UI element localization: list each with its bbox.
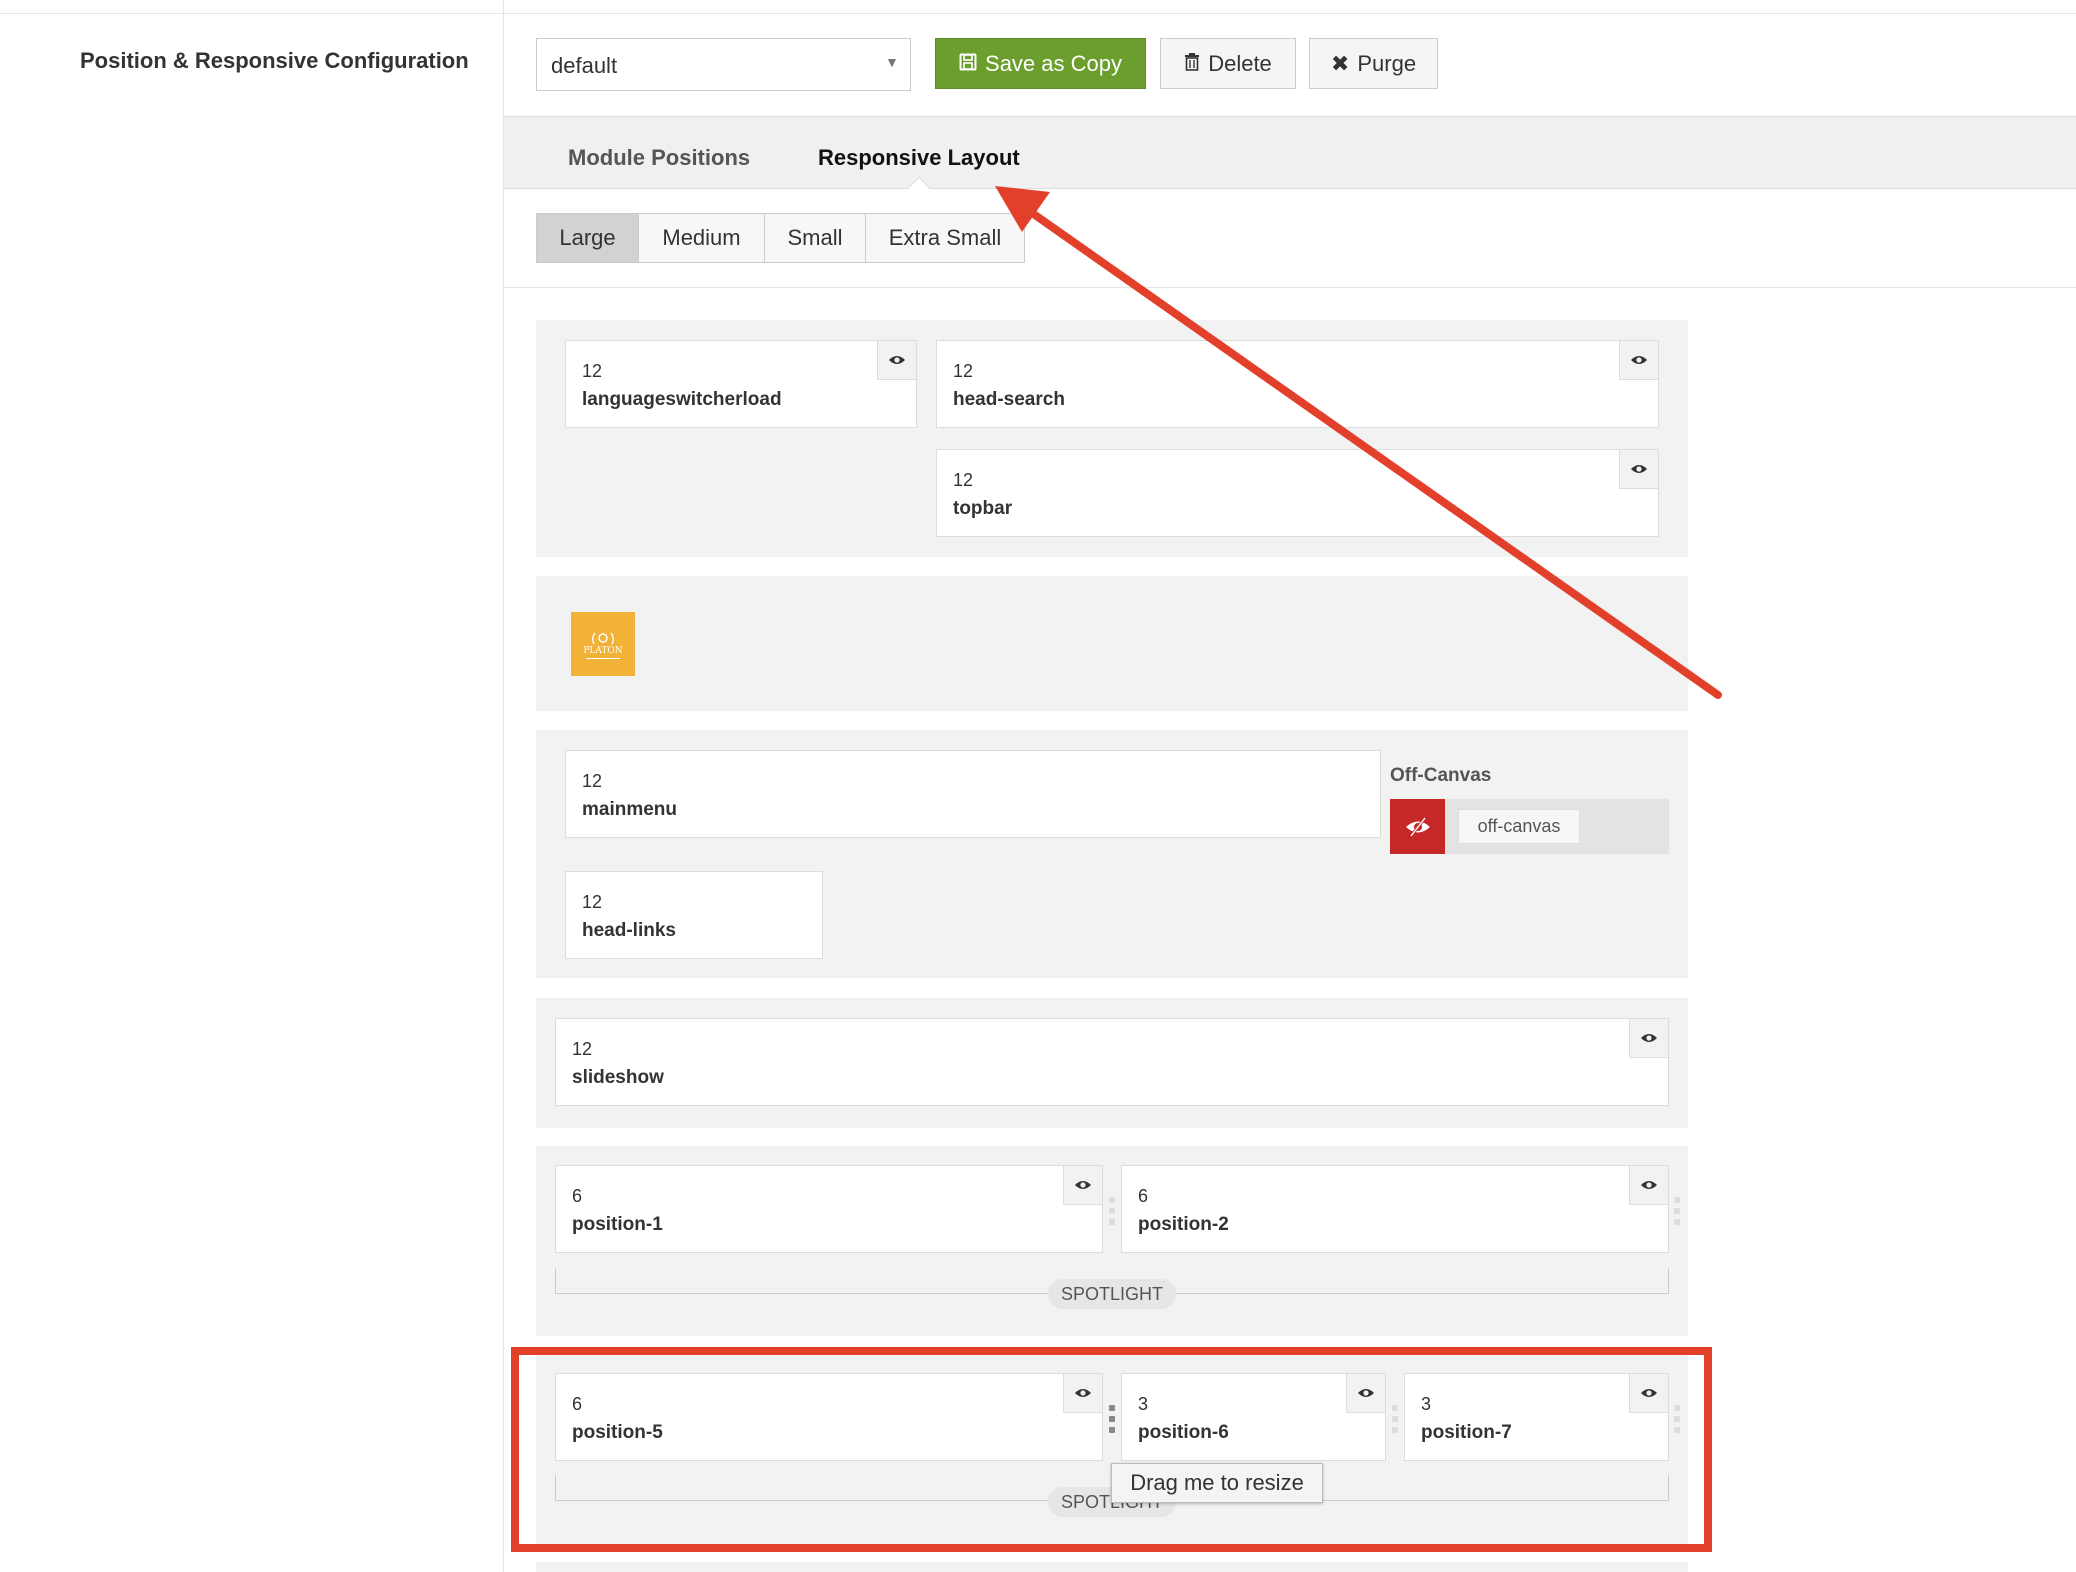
position-name: languageswitcherload xyxy=(582,389,782,410)
position-width: 6 xyxy=(572,1186,583,1206)
position-block-position-1[interactable]: 6 position-1 xyxy=(555,1165,1103,1253)
position-block-head-links[interactable]: 12 head-links xyxy=(565,871,823,959)
position-name: slideshow xyxy=(572,1067,664,1088)
position-name: head-links xyxy=(582,920,676,941)
position-name: head-search xyxy=(953,389,1065,410)
resize-handle[interactable] xyxy=(1674,1197,1680,1225)
position-width: 12 xyxy=(572,1039,593,1059)
logo-image: PLATON xyxy=(571,612,635,676)
position-width: 12 xyxy=(953,470,974,490)
eye-icon[interactable] xyxy=(877,341,916,380)
logo-text: PLATON xyxy=(583,645,623,656)
eye-icon[interactable] xyxy=(1629,1019,1668,1058)
device-large-button[interactable]: Large xyxy=(536,213,639,263)
floppy-icon xyxy=(959,51,977,77)
position-block-head-search[interactable]: 12 head-search xyxy=(936,340,1659,428)
position-width: 12 xyxy=(953,361,974,381)
left-label-column xyxy=(0,0,504,1572)
device-small-button[interactable]: Small xyxy=(764,213,866,263)
top-divider xyxy=(0,13,2076,14)
position-width: 12 xyxy=(582,892,603,912)
device-medium-button[interactable]: Medium xyxy=(638,213,765,263)
eye-icon[interactable] xyxy=(1063,1166,1102,1205)
spotlight-badge: SPOTLIGHT xyxy=(1048,1279,1176,1309)
save-as-copy-button[interactable]: Save as Copy xyxy=(935,38,1146,89)
position-name: position-1 xyxy=(572,1214,663,1235)
off-canvas-position[interactable]: off-canvas xyxy=(1458,809,1580,844)
section-label: Position & Responsive Configuration xyxy=(80,48,469,73)
purge-label: Purge xyxy=(1357,50,1417,76)
position-name: position-2 xyxy=(1138,1214,1229,1235)
position-block-slideshow[interactable]: 12 slideshow xyxy=(555,1018,1669,1106)
delete-label: Delete xyxy=(1208,50,1272,76)
x-icon: ✖ xyxy=(1330,50,1350,76)
position-width: 6 xyxy=(1138,1186,1149,1206)
delete-button[interactable]: Delete xyxy=(1160,38,1296,89)
position-block-languageswitcherload[interactable]: 12 languageswitcherload xyxy=(565,340,917,428)
trash-icon xyxy=(1184,51,1200,77)
eye-icon[interactable] xyxy=(1629,1166,1668,1205)
position-block-position-2[interactable]: 6 position-2 xyxy=(1121,1165,1669,1253)
position-block-topbar[interactable]: 12 topbar xyxy=(936,449,1659,537)
position-width: 12 xyxy=(582,361,603,381)
position-name: topbar xyxy=(953,498,1013,519)
purge-button[interactable]: ✖ Purge xyxy=(1309,38,1438,89)
tab-module-positions[interactable]: Module Positions xyxy=(568,145,750,171)
device-extra-small-button[interactable]: Extra Small xyxy=(865,213,1025,263)
tab-responsive-layout[interactable]: Responsive Layout xyxy=(818,145,1020,171)
eye-icon[interactable] xyxy=(1619,450,1658,489)
divider xyxy=(504,287,2076,288)
select-caret-icon: ▼ xyxy=(885,54,899,70)
layout-row-next xyxy=(536,1562,1688,1572)
off-canvas-label: Off-Canvas xyxy=(1390,765,1492,786)
position-block-mainmenu[interactable]: 12 mainmenu xyxy=(565,750,1381,838)
position-name: mainmenu xyxy=(582,799,678,820)
annotation-highlight-box xyxy=(511,1347,1712,1552)
position-width: 12 xyxy=(582,771,603,791)
layout-row-logo xyxy=(536,576,1688,711)
eye-hidden-icon[interactable] xyxy=(1390,799,1445,854)
eye-icon[interactable] xyxy=(1619,341,1658,380)
resize-handle[interactable] xyxy=(1109,1197,1115,1225)
save-as-copy-label: Save as Copy xyxy=(985,50,1122,76)
layout-select[interactable]: default xyxy=(536,38,911,91)
